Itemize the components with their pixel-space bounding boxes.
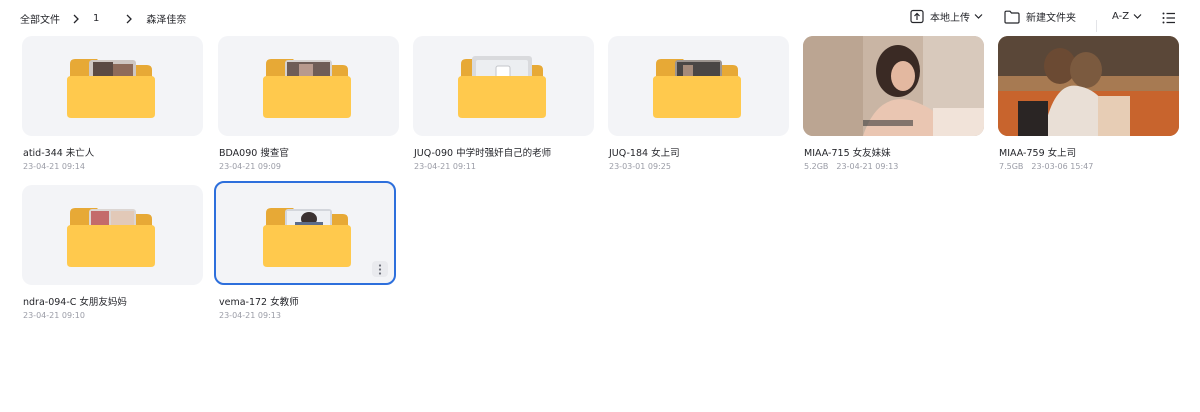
file-date: 23-04-21 09:13 [836,162,899,171]
more-vertical-icon [378,260,382,279]
folder-thumbnail[interactable] [214,181,396,285]
toolbar-divider [1096,20,1097,32]
file-name[interactable]: vema-172 女教师 [219,294,299,308]
new-folder-button[interactable]: 新建文件夹 [1004,9,1076,24]
file-name[interactable]: atid-344 未亡人 [23,145,94,159]
video-preview-image [998,36,1179,136]
folder-thumbnail[interactable] [22,36,203,136]
file-meta: 23-04-21 09:10 [23,311,85,320]
file-meta: 23-04-21 09:14 [23,162,85,171]
toolbar: 本地上传 新建文件夹 A-Z [0,8,1200,32]
file-name[interactable]: JUQ-090 中学时强奸自己的老师 [414,145,551,159]
file-card[interactable]: MIAA-759 女上司 7.5GB 23-03-06 15:47 [998,36,1179,178]
video-thumbnail[interactable] [998,36,1179,136]
file-card[interactable]: ndra-094-C 女朋友妈妈 23-04-21 09:10 [22,185,203,327]
new-folder-label: 新建文件夹 [1026,13,1076,24]
folder-icon [67,205,155,269]
file-name[interactable]: ndra-094-C 女朋友妈妈 [23,294,127,308]
file-size: 5.2GB [804,162,829,171]
file-date: 23-04-21 09:11 [414,162,476,171]
folder-icon [263,205,351,269]
file-date: 23-04-21 09:10 [23,311,85,320]
folder-thumbnail[interactable] [218,36,399,136]
file-name[interactable]: JUQ-184 女上司 [609,145,680,159]
file-grid: atid-344 未亡人 23-04-21 09:14 BDA090 搜查官 2… [22,36,1192,412]
file-card[interactable]: JUQ-184 女上司 23-03-01 09:25 [608,36,789,178]
folder-thumbnail[interactable] [608,36,789,136]
file-card[interactable]: BDA090 搜查官 23-04-21 09:09 [218,36,399,178]
file-date: 23-03-01 09:25 [609,162,671,171]
video-thumbnail[interactable] [803,36,984,136]
chevron-down-icon [974,13,983,20]
folder-icon [67,56,155,120]
folder-plus-icon [1004,10,1020,24]
list-view-icon [1162,12,1176,27]
file-date: 23-03-06 15:47 [1031,162,1094,171]
file-name[interactable]: MIAA-715 女友妹妹 [804,145,891,159]
upload-icon [910,9,924,24]
file-card[interactable]: atid-344 未亡人 23-04-21 09:14 [22,36,203,178]
file-date: 23-04-21 09:09 [219,162,281,171]
folder-icon [653,56,741,120]
file-date: 23-04-21 09:13 [219,311,281,320]
file-name[interactable]: BDA090 搜查官 [219,145,289,159]
folder-icon [458,56,546,120]
sort-dropdown[interactable]: A-Z [1112,11,1142,22]
folder-icon [263,56,351,120]
video-preview-image [803,36,984,136]
folder-thumbnail[interactable] [413,36,594,136]
file-meta: 23-04-21 09:11 [414,162,476,171]
list-view-button[interactable] [1162,12,1176,27]
file-date: 23-04-21 09:14 [23,162,85,171]
folder-thumbnail[interactable] [22,185,203,285]
file-meta: 7.5GB 23-03-06 15:47 [999,162,1093,171]
sort-label: A-Z [1112,11,1130,22]
file-card-selected[interactable]: vema-172 女教师 23-04-21 09:13 [214,181,399,327]
file-card[interactable]: MIAA-715 女友妹妹 5.2GB 23-04-21 09:13 [803,36,984,178]
chevron-down-icon [1133,13,1142,20]
file-meta: 23-04-21 09:13 [219,311,281,320]
file-meta: 5.2GB 23-04-21 09:13 [804,162,898,171]
file-meta: 23-04-21 09:09 [219,162,281,171]
file-name[interactable]: MIAA-759 女上司 [999,145,1076,159]
upload-button[interactable]: 本地上传 [910,9,983,24]
upload-label: 本地上传 [930,13,970,24]
top-bar: 全部文件 1 森泽佳奈 本地上传 新建文件夹 A-Z [0,0,1200,36]
file-card[interactable]: JUQ-090 中学时强奸自己的老师 23-04-21 09:11 [413,36,594,178]
more-options-button[interactable] [372,261,388,277]
file-size: 7.5GB [999,162,1024,171]
file-meta: 23-03-01 09:25 [609,162,671,171]
